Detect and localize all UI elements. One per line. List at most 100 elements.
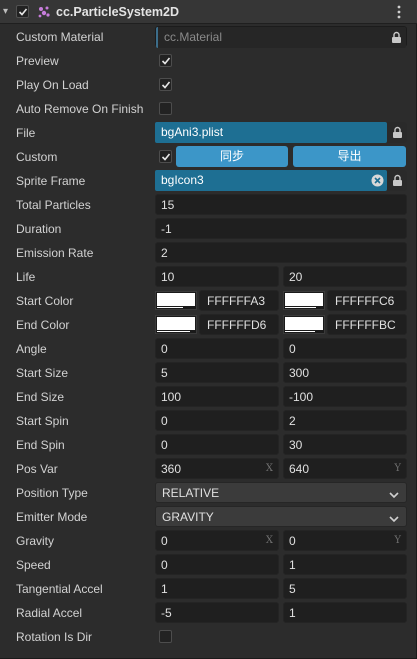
lock-icon[interactable] [390,31,403,44]
end-spin-var-input[interactable]: 30 [283,434,407,455]
gravity-y-input[interactable]: 0 Y [283,530,407,551]
row-speed: Speed 0 1 [0,553,417,577]
sprite-frame-field[interactable]: bgIcon3 [155,170,407,191]
file-asset: bgAni3.plist [155,122,387,143]
collapse-chevron-icon[interactable]: ▾ [3,5,13,19]
radial-accel-var-input[interactable]: 1 [283,602,407,623]
end-spin-input[interactable]: 0 [155,434,279,455]
file-label: File [16,126,36,140]
end-spin-label: End Spin [16,438,65,452]
life-var-input[interactable]: 20 [283,266,407,287]
chevron-down-icon [389,512,399,526]
row-play-on-load: Play On Load [0,73,417,97]
auto-remove-checkbox[interactable] [159,102,172,115]
emitter-mode-value: GRAVITY [162,510,214,524]
row-start-spin: Start Spin 0 2 [0,409,417,433]
end-size-input[interactable]: 100 [155,386,279,407]
row-start-color: Start Color FFFFFFA3 FFFFFFC6 [0,289,417,313]
file-field[interactable]: bgAni3.plist [155,122,407,143]
end-color-var-hex-input[interactable]: FFFFFFBC [327,314,407,335]
end-size-label: End Size [16,390,65,404]
swatch-fill [157,317,195,330]
row-position-type: Position Type RELATIVE [0,481,417,505]
row-duration: Duration -1 [0,217,417,241]
end-color-var-hex-value: FFFFFFBC [335,318,396,332]
custom-material-field[interactable]: cc.Material [155,26,407,48]
gravity-x-input[interactable]: 0 X [155,530,279,551]
row-end-size: End Size 100 -100 [0,385,417,409]
lock-icon[interactable] [391,126,404,139]
row-emission-rate: Emission Rate 2 [0,241,417,265]
emission-rate-input[interactable]: 2 [155,242,407,263]
row-life: Life 10 20 [0,265,417,289]
chevron-down-icon [389,488,399,502]
tangential-accel-input[interactable]: 1 [155,578,279,599]
life-var-value: 20 [289,270,303,284]
file-value: bgAni3.plist [161,125,224,139]
row-tangential-accel: Tangential Accel 1 5 [0,577,417,601]
total-particles-input[interactable]: 15 [155,194,407,215]
start-color-swatch[interactable] [155,291,197,310]
position-type-select[interactable]: RELATIVE [155,482,407,503]
start-color-var-swatch[interactable] [283,291,325,310]
start-color-hex-input[interactable]: FFFFFFA3 [199,290,279,311]
rotation-is-dir-checkbox[interactable] [159,630,172,643]
tangential-accel-label: Tangential Accel [16,582,103,596]
export-button[interactable]: 导出 [293,146,406,167]
custom-checkbox[interactable] [159,150,172,163]
life-input[interactable]: 10 [155,266,279,287]
start-color-var-hex-input[interactable]: FFFFFFC6 [327,290,407,311]
end-color-hex-input[interactable]: FFFFFFD6 [199,314,279,335]
row-sprite-frame: Sprite Frame bgIcon3 [0,169,417,193]
end-size-var-input[interactable]: -100 [283,386,407,407]
position-type-value: RELATIVE [162,486,220,500]
tangential-accel-var-input[interactable]: 5 [283,578,407,599]
lock-icon[interactable] [391,174,404,187]
row-end-color: End Color FFFFFFD6 FFFFFFBC [0,313,417,337]
pos-var-y-input[interactable]: 640 Y [283,458,407,479]
radial-accel-var-value: 1 [289,606,296,620]
emitter-mode-select[interactable]: GRAVITY [155,506,407,527]
row-gravity: Gravity 0 X 0 Y [0,529,417,553]
clear-circle-icon[interactable] [371,174,384,187]
start-spin-var-input[interactable]: 2 [283,410,407,431]
radial-accel-input[interactable]: -5 [155,602,279,623]
end-spin-value: 0 [161,438,168,452]
row-radial-accel: Radial Accel -5 1 [0,601,417,625]
emitter-mode-label: Emitter Mode [16,510,88,524]
end-color-swatch[interactable] [155,315,197,334]
duration-input[interactable]: -1 [155,218,407,239]
row-rotation-is-dir: Rotation Is Dir [0,625,417,649]
component-header[interactable]: ▾ cc.ParticleSystem2D [0,0,417,24]
speed-label: Speed [16,558,51,572]
tangential-accel-var-value: 5 [289,582,296,596]
tangential-accel-value: 1 [161,582,168,596]
component-enabled-checkbox[interactable] [16,5,29,18]
start-spin-input[interactable]: 0 [155,410,279,431]
speed-var-input[interactable]: 1 [283,554,407,575]
end-spin-var-value: 30 [289,438,303,452]
speed-input[interactable]: 0 [155,554,279,575]
play-on-load-label: Play On Load [16,78,89,92]
start-size-input[interactable]: 5 [155,362,279,383]
pos-var-y-value: 640 [289,462,310,476]
pos-var-x-input[interactable]: 360 X [155,458,279,479]
duration-value: -1 [161,222,172,236]
pos-var-x-value: 360 [161,462,182,476]
vertical-dots-icon[interactable] [394,4,404,20]
position-type-label: Position Type [16,486,88,500]
start-color-var-hex-value: FFFFFFC6 [335,294,395,308]
row-custom: Custom 同步 导出 [0,145,417,169]
start-color-label: Start Color [16,294,74,308]
preview-checkbox[interactable] [159,54,172,67]
play-on-load-checkbox[interactable] [159,78,172,91]
angle-input[interactable]: 0 [155,338,279,359]
radial-accel-label: Radial Accel [16,606,83,620]
angle-var-input[interactable]: 0 [283,338,407,359]
start-size-var-input[interactable]: 300 [283,362,407,383]
end-color-var-swatch[interactable] [283,315,325,334]
swatch-fill [157,293,195,306]
pos-var-label: Pos Var [16,462,58,476]
sync-button[interactable]: 同步 [176,146,288,167]
gravity-x-value: 0 [161,534,168,548]
